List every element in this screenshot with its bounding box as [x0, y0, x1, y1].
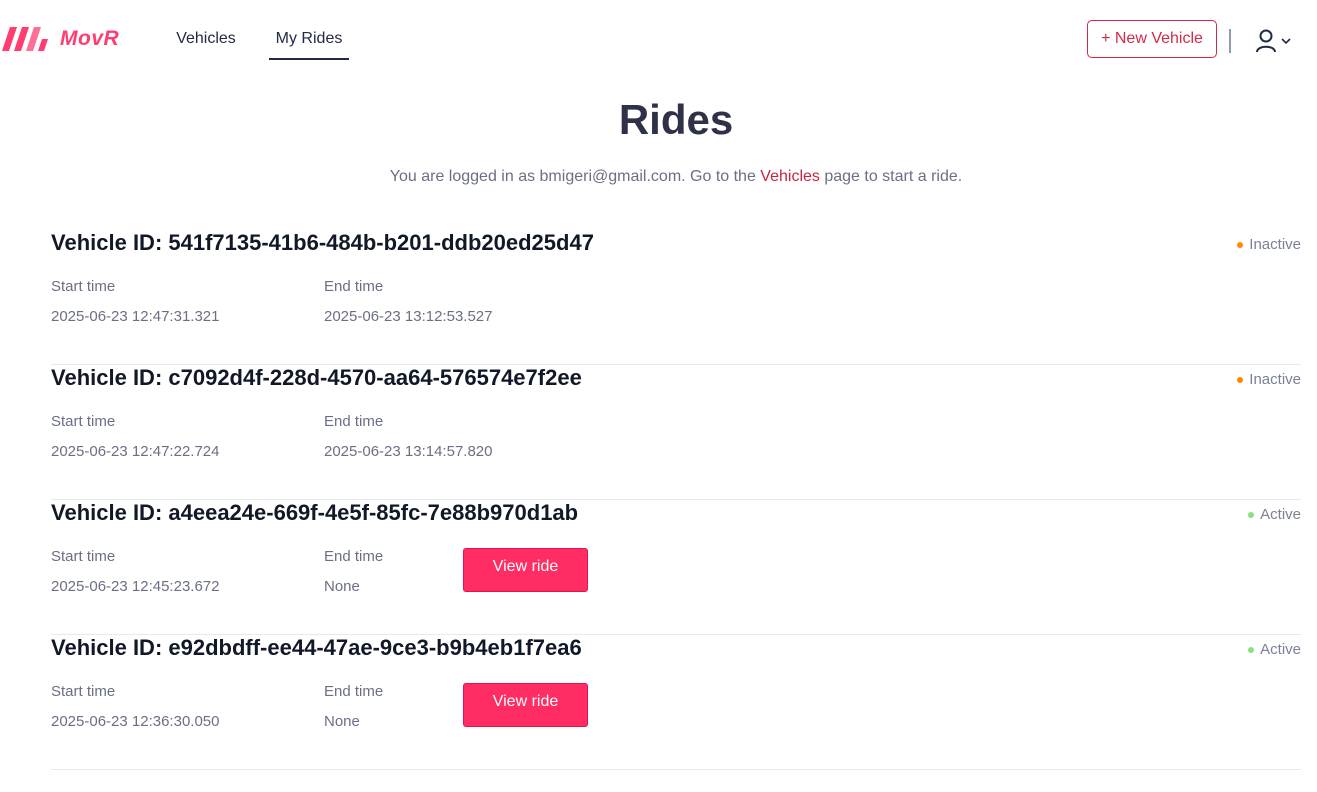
chevron-down-icon	[1281, 38, 1291, 45]
status-dot-icon	[1237, 241, 1244, 248]
view-ride-button[interactable]: View ride	[463, 683, 588, 727]
status-text: Active	[1260, 641, 1301, 658]
start-time-value: 2025-06-23 12:45:23.672	[51, 578, 220, 595]
start-time-label: Start time	[51, 278, 116, 295]
view-ride-button[interactable]: View ride	[463, 548, 588, 592]
end-time-value: None	[324, 713, 360, 730]
ride-card: Vehicle ID: a4eea24e-669f-4e5f-85fc-7e88…	[51, 500, 1301, 635]
status-text: Inactive	[1249, 371, 1301, 388]
status-badge: Inactive	[1237, 236, 1301, 253]
ride-card: Vehicle ID: c7092d4f-228d-4570-aa64-5765…	[51, 365, 1301, 500]
user-menu[interactable]	[1254, 27, 1296, 55]
vehicles-link[interactable]: Vehicles	[760, 168, 820, 185]
end-time-label: End time	[324, 278, 384, 295]
new-vehicle-button[interactable]: + New Vehicle	[1087, 20, 1217, 58]
end-time-label: End time	[324, 548, 384, 565]
start-time-label: Start time	[51, 548, 116, 565]
start-time-value: 2025-06-23 12:36:30.050	[51, 713, 220, 730]
end-time-label: End time	[324, 413, 384, 430]
start-time-label: Start time	[51, 413, 116, 430]
movr-logo[interactable]: MovR	[2, 27, 119, 51]
subtitle-suffix: page to start a ride.	[819, 168, 963, 185]
status-text: Inactive	[1249, 236, 1301, 253]
end-time-value: 2025-06-23 13:14:57.820	[324, 443, 493, 460]
end-time-label: End time	[324, 683, 384, 700]
status-dot-icon	[1248, 646, 1255, 653]
status-badge: Inactive	[1237, 371, 1301, 388]
ride-card: Vehicle ID: 541f7135-41b6-484b-b201-ddb2…	[51, 230, 1301, 365]
ride-vehicle-id: Vehicle ID: 541f7135-41b6-484b-b201-ddb2…	[51, 230, 594, 255]
ride-vehicle-id: Vehicle ID: c7092d4f-228d-4570-aa64-5765…	[51, 365, 582, 390]
nav-vehicles[interactable]: Vehicles	[170, 28, 242, 60]
status-dot-icon	[1248, 511, 1255, 518]
start-time-label: Start time	[51, 683, 116, 700]
status-badge: Active	[1248, 641, 1301, 658]
nav-my-rides[interactable]: My Rides	[269, 28, 349, 60]
user-icon	[1256, 29, 1276, 53]
ride-vehicle-id: Vehicle ID: a4eea24e-669f-4e5f-85fc-7e88…	[51, 500, 579, 525]
status-text: Active	[1260, 506, 1301, 523]
status-badge: Active	[1248, 506, 1301, 523]
ride-card: Vehicle ID: e92dbdff-ee44-47ae-9ce3-b9b4…	[51, 635, 1301, 770]
status-dot-icon	[1237, 376, 1244, 383]
movr-logo-icon	[2, 27, 48, 51]
page-title: Rides	[618, 96, 734, 143]
end-time-value: 2025-06-23 13:12:53.527	[324, 308, 493, 325]
logo-text: MovR	[60, 27, 120, 50]
subtitle-prefix: You are logged in as bmigeri@gmail.com. …	[389, 168, 761, 185]
end-time-value: None	[324, 578, 360, 595]
top-navigation-bar: MovR Vehicles My Rides + New Vehicle	[0, 0, 1317, 80]
header-divider	[1229, 29, 1231, 53]
ride-vehicle-id: Vehicle ID: e92dbdff-ee44-47ae-9ce3-b9b4…	[51, 635, 582, 660]
login-info-text: You are logged in as bmigeri@gmail.com. …	[0, 168, 1317, 186]
start-time-value: 2025-06-23 12:47:31.321	[51, 308, 220, 325]
start-time-value: 2025-06-23 12:47:22.724	[51, 443, 220, 460]
